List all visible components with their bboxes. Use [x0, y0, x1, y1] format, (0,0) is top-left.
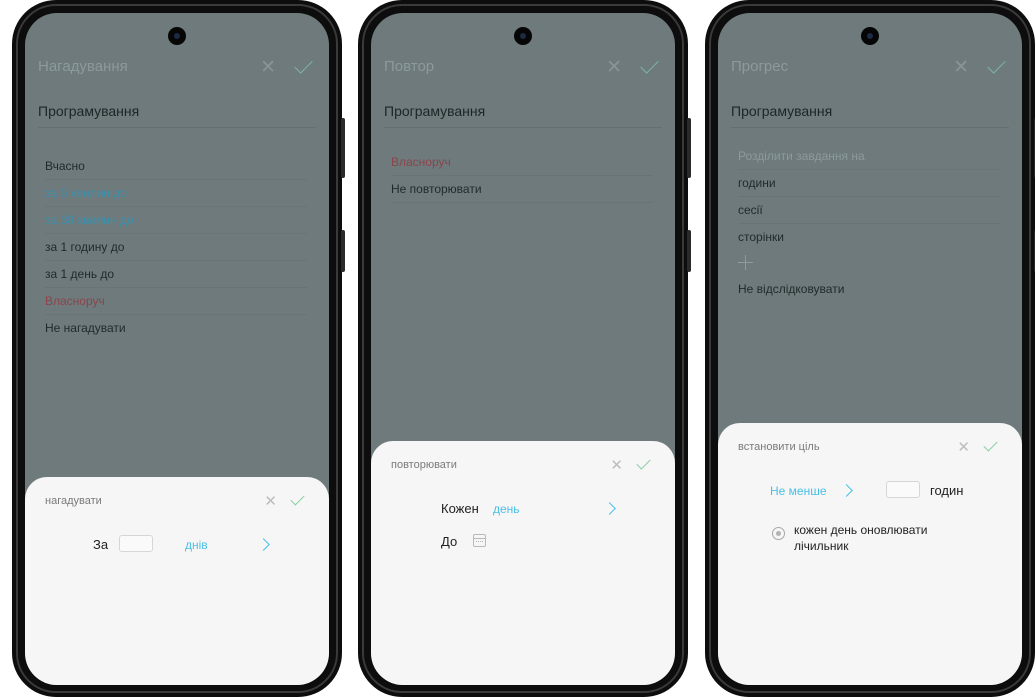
page-title: Нагадування: [38, 58, 128, 75]
minimum-selector[interactable]: Не менше: [770, 484, 827, 498]
list-item: Розділити завдання на: [738, 143, 1000, 170]
camera-icon: [168, 27, 186, 45]
until-label: До: [441, 534, 458, 549]
header: Прогрес ✕: [731, 55, 1009, 82]
calendar-icon[interactable]: [473, 534, 486, 547]
period-selector[interactable]: день: [493, 502, 520, 516]
unit-label: годин: [930, 483, 964, 498]
bottom-sheet: повторювати ✕ Кожен день До: [371, 441, 675, 685]
list-item[interactable]: за 1 день до: [45, 261, 307, 288]
unit-selector[interactable]: днів: [185, 538, 208, 552]
option-label[interactable]: лічильник: [794, 539, 848, 553]
section-title: Програмування: [38, 103, 316, 128]
check-icon[interactable]: [987, 55, 1006, 74]
phone-repeat: Повтор ✕ Програмування Власноруч Не повт…: [358, 0, 691, 697]
close-icon[interactable]: ✕: [264, 492, 277, 510]
repeat-list: Власноруч Не повторювати: [391, 149, 653, 203]
screen: Прогрес ✕ Програмування Розділити завдан…: [718, 13, 1022, 685]
list-item[interactable]: сторінки: [738, 224, 1000, 250]
page-title: Прогрес: [731, 58, 789, 75]
radio-icon[interactable]: [772, 527, 785, 540]
check-icon[interactable]: [636, 455, 651, 470]
close-icon[interactable]: ✕: [260, 56, 276, 79]
side-button: [687, 118, 691, 178]
list-item[interactable]: сесії: [738, 197, 1000, 224]
phone-progress: Прогрес ✕ Програмування Розділити завдан…: [705, 0, 1035, 697]
list-item[interactable]: за 1 годину до: [45, 234, 307, 261]
close-icon[interactable]: ✕: [606, 56, 622, 79]
list-item[interactable]: Не нагадувати: [45, 315, 307, 341]
camera-icon: [861, 27, 879, 45]
check-icon[interactable]: [983, 437, 998, 452]
check-icon[interactable]: [294, 55, 313, 74]
close-icon[interactable]: ✕: [953, 56, 969, 79]
bottom-sheet: нагадувати ✕ За днів: [25, 477, 329, 685]
prefix-label: За: [93, 537, 109, 552]
chevron-right-icon[interactable]: [840, 484, 853, 497]
every-label: Кожен: [441, 501, 479, 516]
check-icon[interactable]: [290, 491, 305, 506]
bottom-sheet: встановити ціль ✕ Не менше годин кожен д…: [718, 423, 1022, 685]
list-item[interactable]: Власноруч: [391, 149, 653, 176]
plus-icon[interactable]: [738, 250, 1000, 276]
section-title: Програмування: [384, 103, 662, 128]
page-title: Повтор: [384, 58, 435, 75]
close-icon[interactable]: ✕: [957, 438, 970, 456]
list-item[interactable]: Не відслідковувати: [738, 276, 1000, 302]
list-item[interactable]: години: [738, 170, 1000, 197]
header: Нагадування ✕: [38, 55, 316, 82]
list-item[interactable]: Не повторювати: [391, 176, 653, 203]
chevron-right-icon[interactable]: [603, 502, 616, 515]
section-title: Програмування: [731, 103, 1009, 128]
sheet-title: повторювати: [391, 459, 457, 471]
hours-input[interactable]: [886, 481, 920, 498]
phone-reminder: Нагадування ✕ Програмування Вчасно за 5 …: [12, 0, 345, 697]
list-item[interactable]: Власноруч: [45, 288, 307, 315]
screen: Нагадування ✕ Програмування Вчасно за 5 …: [25, 13, 329, 685]
list-item[interactable]: за 30 хвилин до: [45, 207, 307, 234]
camera-icon: [514, 27, 532, 45]
close-icon[interactable]: ✕: [610, 456, 623, 474]
side-button: [687, 230, 691, 272]
side-button: [341, 230, 345, 272]
option-label[interactable]: кожен день оновлювати: [794, 523, 927, 537]
progress-list: Розділити завдання на години сесії сторі…: [738, 143, 1000, 302]
sheet-title: встановити ціль: [738, 441, 820, 453]
header: Повтор ✕: [384, 55, 662, 82]
chevron-right-icon[interactable]: [257, 538, 270, 551]
sheet-title: нагадувати: [45, 495, 102, 507]
list-item[interactable]: Вчасно: [45, 153, 307, 180]
check-icon[interactable]: [640, 55, 659, 74]
reminder-list: Вчасно за 5 хвилин до за 30 хвилин до за…: [45, 153, 307, 341]
side-button: [341, 118, 345, 178]
screen: Повтор ✕ Програмування Власноруч Не повт…: [371, 13, 675, 685]
days-input[interactable]: [119, 535, 153, 552]
list-item[interactable]: за 5 хвилин до: [45, 180, 307, 207]
